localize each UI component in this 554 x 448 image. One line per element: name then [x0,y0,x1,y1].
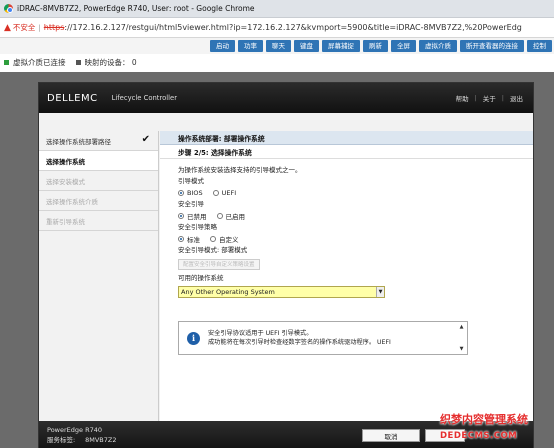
scroll-up-icon[interactable]: ▲ [460,324,464,330]
policy-custom-radio[interactable] [210,236,216,242]
sidebar-item-label: 选择操作系统介质 [46,197,98,206]
address-bar[interactable]: ▲ 不安全 | https ://172.16.2.127/restgui/ht… [0,18,554,38]
secure-boot-disabled-radio[interactable] [178,213,184,219]
chat-button[interactable]: 聊天 [266,40,291,52]
sidebar-item-install-mode: 选择安装模式 [39,171,158,191]
wizard-form: 为操作系统安装选择支持的引导模式之一。 引导模式 BIOS UEFI 安全引导 … [160,159,533,298]
window-title: iDRAC-8MVB7Z2, PowerEdge R740, User: roo… [17,4,255,13]
watermark-line-2: DEDECMS.COM [440,431,518,441]
viewer-toolbar: 启动 功率 聊天 键盘 屏幕捕捉 刷新 全屏 虚拟介质 断开查看器的连接 控制 [0,38,554,54]
media-connected-text: 虚拟介质已连接 [13,57,66,67]
info-message-box: i 安全引导协议适用于 UEFI 引导模式。 成功能将在每次引导时检查经数字签名… [178,321,468,355]
chrome-icon [4,4,13,13]
os-select-value: Any Other Operating System [181,288,275,296]
available-os-label: 可用的操作系统 [178,274,224,282]
watermark: 织梦内容管理系统 DEDECMS.COM [440,408,554,448]
sidebar-item-os-media: 选择操作系统介质 [39,191,158,211]
service-tag-value: 8MVB7Z2 [85,436,117,444]
secure-boot-radio-group: 已禁用 已启用 [178,210,533,222]
boot-button[interactable]: 启动 [210,40,235,52]
secure-boot-label: 安全引导 [178,200,204,208]
mapped-devices-icon [75,59,81,65]
instruction-text: 为操作系统安装选择支持的引导模式之一。 [178,166,302,174]
service-tag-row: 服务标签: 8MVB7Z2 [47,435,116,445]
boot-mode-option-label[interactable]: UEFI [222,189,237,197]
header-divider: | [501,94,504,102]
virtual-media-status: 虚拟介质已连接 映射的设备： 0 [0,54,554,70]
remote-console[interactable]: DELLEMC Lifecycle Controller 帮助 | 关于 | 退… [0,72,554,448]
sidebar-item-label: 选择安装模式 [46,177,85,186]
secure-boot-policy-radio-group: 标准 自定义 [178,233,533,245]
boot-mode-uefi-radio[interactable] [212,190,219,196]
page-title: 操作系统部署: 部署操作系统 [160,131,533,145]
os-select-dropdown[interactable]: Any Other Operating System ▼ [178,286,385,298]
power-button[interactable]: 功率 [238,40,263,52]
virtual-media-button[interactable]: 虚拟介质 [419,40,457,52]
secure-boot-option-label[interactable]: 已启用 [226,211,246,221]
address-separator: | [38,23,41,32]
boot-mode-radio-group: BIOS UEFI [178,187,533,199]
info-scrollbar[interactable]: ▲ ▼ [458,324,465,352]
cancel-button[interactable]: 取消 [362,429,420,442]
custom-policy-button: 配置安全引导自定义策略设置 [178,259,260,270]
secure-boot-mode-text: 安全引导模式: 部署模式 [178,246,248,254]
sidebar-item-select-os[interactable]: 选择操作系统 [39,151,158,171]
info-line: 成功能将在每次引导时检查经数字签名的操作系统驱动程序。 UEFI [208,339,391,346]
about-link[interactable]: 关于 [483,93,496,103]
info-icon: i [187,331,200,345]
mapped-devices-text: 映射的设备： 0 [84,57,137,67]
watermark-line-1: 织梦内容管理系统 [440,413,528,426]
fullscreen-button[interactable]: 全屏 [391,40,416,52]
media-connected-icon [4,59,9,65]
secure-boot-option-label[interactable]: 已禁用 [187,211,207,221]
screen-capture-button[interactable]: 屏幕捕捉 [322,40,360,52]
chevron-down-icon[interactable]: ▼ [376,287,384,297]
wizard-steps-sidebar: 选择操作系统部署路径 ✔ 选择操作系统 选择安装模式 选择操作系统介质 重新引导… [39,131,159,421]
service-tag-label: 服务标签: [47,436,76,444]
model-name: PowerEdge R740 [47,426,102,434]
policy-option-label[interactable]: 标准 [187,234,200,244]
sidebar-item-label: 选择操作系统 [46,157,85,166]
secure-boot-enabled-radio[interactable] [216,213,223,219]
boot-mode-label: 引导模式 [178,177,204,185]
exit-link[interactable]: 退出 [510,93,523,103]
info-line: 安全引导协议适用于 UEFI 引导模式。 [208,330,313,337]
disconnect-viewer-button[interactable]: 断开查看器的连接 [460,40,524,52]
header-links: 帮助 | 关于 | 退出 [456,93,523,103]
step-title: 步骤 2/5: 选择操作系统 [160,145,533,159]
sidebar-item-label: 选择操作系统部署路径 [46,137,111,146]
policy-standard-radio[interactable] [178,236,184,242]
lifecycle-controller-window: DELLEMC Lifecycle Controller 帮助 | 关于 | 退… [38,82,534,448]
refresh-button[interactable]: 刷新 [363,40,388,52]
secure-boot-policy-label: 安全引导策略 [178,223,217,231]
keyboard-button[interactable]: 键盘 [294,40,319,52]
policy-option-label[interactable]: 自定义 [219,234,239,244]
boot-mode-option-label[interactable]: BIOS [187,189,203,197]
lc-header: DELLEMC Lifecycle Controller 帮助 | 关于 | 退… [39,83,533,113]
system-info: PowerEdge R740 服务标签: 8MVB7Z2 [47,425,116,445]
sidebar-item-deployment-path[interactable]: 选择操作系统部署路径 ✔ [39,131,158,151]
lc-app-title: Lifecycle Controller [111,94,178,102]
url-scheme[interactable]: https [44,23,65,32]
warning-icon[interactable]: ▲ [4,23,11,33]
window-title-bar: iDRAC-8MVB7Z2, PowerEdge R740, User: roo… [0,0,554,18]
scroll-down-icon[interactable]: ▼ [460,346,464,352]
check-icon: ✔ [141,134,150,145]
wizard-main-panel: 操作系统部署: 部署操作系统 步骤 2/5: 选择操作系统 为操作系统安装选择支… [160,131,533,421]
url-text[interactable]: ://172.16.2.127/restgui/html5viewer.html… [64,23,522,32]
info-message-text: 安全引导协议适用于 UEFI 引导模式。 成功能将在每次引导时检查经数字签名的操… [208,329,391,347]
sidebar-item-reboot: 重新引导系统 [39,211,158,231]
boot-mode-bios-radio[interactable] [178,190,184,196]
control-button[interactable]: 控制 [527,40,552,52]
security-label[interactable]: 不安全 [13,22,36,33]
header-divider: | [474,94,477,102]
sidebar-item-label: 重新引导系统 [46,217,85,226]
help-link[interactable]: 帮助 [456,93,469,103]
dell-emc-logo: DELLEMC [47,92,98,104]
